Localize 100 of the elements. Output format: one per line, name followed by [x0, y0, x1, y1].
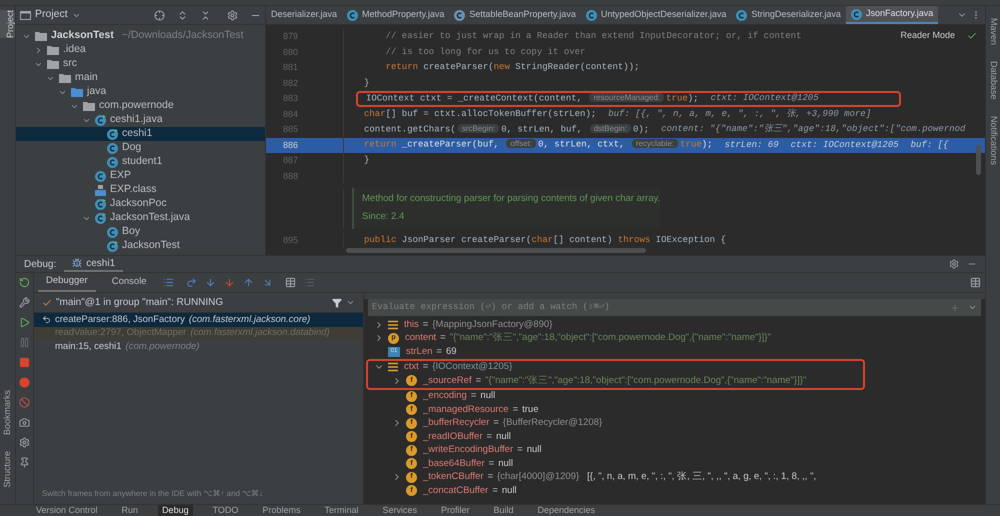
- tool-window-button[interactable]: Debug: [158, 505, 193, 516]
- tree-item[interactable]: main: [16, 71, 265, 85]
- tree-item[interactable]: java: [16, 85, 265, 99]
- pin-icon[interactable]: [19, 457, 30, 468]
- stack-frame[interactable]: main:15, ceshi1 (com.powernode): [34, 340, 363, 354]
- camera-icon[interactable]: [19, 417, 30, 428]
- breakpoints-icon[interactable]: [19, 377, 30, 388]
- run-to-cursor-icon[interactable]: [262, 277, 273, 288]
- editor-tab[interactable]: MethodProperty.java: [342, 6, 450, 24]
- variable-value: null: [526, 443, 542, 458]
- variable-value: null: [498, 456, 513, 471]
- settings-icon[interactable]: [949, 259, 959, 269]
- folder-icon: [59, 73, 71, 83]
- variable-name: _readIOBuffer: [423, 430, 483, 444]
- variable-value: null: [496, 430, 511, 444]
- line-number: 886: [282, 138, 299, 152]
- panel-title[interactable]: Project: [35, 7, 68, 23]
- tool-window-button[interactable]: Run: [118, 505, 142, 516]
- tool-window-button[interactable]: Dependencies: [534, 505, 600, 516]
- tree-item[interactable]: student1: [16, 155, 265, 169]
- variable-value: null: [480, 389, 496, 404]
- code-text: }: [364, 154, 370, 167]
- editor-tab[interactable]: StringDeserializer.java: [731, 6, 846, 24]
- variable-value: "{"name":"张三","age":18,"object":["com.powernode.Dog",{"name":"name"}]}": [485, 374, 806, 388]
- tree-item[interactable]: JacksonTest ~/Downloads/JacksonTest: [16, 29, 265, 43]
- tool-window-tab[interactable]: Database: [986, 61, 1000, 100]
- settings-icon[interactable]: [227, 10, 238, 20]
- debugger-tab[interactable]: Console: [104, 273, 155, 292]
- table-icon[interactable]: [284, 277, 296, 288]
- tool-window-button[interactable]: TODO: [208, 505, 242, 516]
- variable-value: null: [502, 484, 517, 498]
- dropdown-icon[interactable]: [346, 298, 355, 307]
- equals-sign: =: [470, 389, 476, 404]
- tree-item[interactable]: ceshi1.java: [16, 113, 265, 127]
- variable-name: content: [405, 331, 436, 346]
- tree-item[interactable]: Dog: [16, 141, 265, 155]
- editor-tab[interactable]: UntypedObjectDeserializer.java: [580, 6, 732, 24]
- step-over-icon[interactable]: [186, 277, 197, 288]
- tool-window-tab[interactable]: Project: [0, 10, 15, 38]
- chevron-icon[interactable]: [34, 46, 43, 54]
- dropdown-icon[interactable]: [968, 303, 977, 312]
- tool-window-button[interactable]: Version Control: [32, 505, 102, 516]
- tree-item[interactable]: .idea: [16, 43, 265, 57]
- class-icon: [107, 128, 118, 140]
- class-icon: [107, 142, 118, 154]
- tool-window-button[interactable]: Profiler: [436, 505, 474, 516]
- rerun-icon[interactable]: [19, 277, 30, 288]
- variable-value: 69: [446, 344, 457, 359]
- editor-tab[interactable]: Deserializer.java: [266, 6, 342, 24]
- pause-icon[interactable]: [19, 337, 30, 348]
- resume-icon[interactable]: [19, 317, 30, 328]
- editor-tab[interactable]: JsonFactory.java: [846, 6, 938, 24]
- tool-window-button[interactable]: Problems: [258, 505, 304, 516]
- stack-frame[interactable]: createParser:886, JsonFactory (com.fasterxml.jackson.core): [34, 313, 363, 326]
- force-step-into-icon[interactable]: [224, 277, 235, 288]
- collapse-all-icon[interactable]: [200, 10, 211, 20]
- expand-all-icon[interactable]: [177, 10, 188, 20]
- tree-item[interactable]: Boy: [16, 225, 265, 239]
- class-icon: [107, 226, 118, 238]
- binary-file-icon: [95, 184, 106, 196]
- tool-window-button[interactable]: Build: [490, 505, 518, 516]
- tree-item[interactable]: src: [16, 57, 265, 71]
- editor-tab[interactable]: SettableBeanProperty.java: [449, 6, 581, 24]
- equals-sign: =: [493, 416, 499, 430]
- tool-window-tab[interactable]: Structure: [0, 451, 14, 488]
- tree-item[interactable]: EXP: [16, 169, 265, 183]
- mute-breakpoints-icon[interactable]: [19, 397, 30, 408]
- reader-mode-link[interactable]: Reader Mode: [900, 29, 955, 42]
- scrollbar[interactable]: [976, 145, 981, 175]
- step-into-icon[interactable]: [204, 277, 216, 288]
- tool-window-tab[interactable]: Maven: [986, 18, 1000, 46]
- stop-icon[interactable]: [19, 357, 30, 368]
- wrench-icon[interactable]: [19, 297, 30, 308]
- line-number: 885: [282, 123, 299, 136]
- tree-item[interactable]: JacksonPoc: [16, 197, 265, 211]
- filter-icon[interactable]: [332, 298, 342, 308]
- locate-icon[interactable]: [154, 10, 165, 20]
- tool-window-button[interactable]: Terminal: [320, 505, 362, 516]
- inline-value: buf: [{: [910, 138, 948, 152]
- settings-icon[interactable]: [19, 437, 30, 448]
- tree-item[interactable]: ceshi1: [16, 127, 265, 141]
- variable-name: _tokenCBuffer: [423, 470, 484, 484]
- tool-window-button[interactable]: Services: [378, 505, 421, 516]
- scrollbar[interactable]: [346, 248, 646, 253]
- tree-item[interactable]: JacksonTest: [16, 239, 265, 253]
- layout-icon[interactable]: [970, 277, 981, 288]
- equals-sign: =: [422, 360, 428, 374]
- tree-item[interactable]: com.powernode: [16, 99, 265, 113]
- class-icon: [107, 240, 118, 252]
- tree-item[interactable]: EXP.class: [16, 183, 265, 197]
- tool-window-tab[interactable]: Bookmarks: [0, 390, 14, 436]
- variable-name: strLen: [406, 344, 432, 359]
- tree-item[interactable]: JacksonTest.java: [16, 211, 265, 225]
- session-tab[interactable]: ceshi1: [64, 256, 124, 272]
- tool-window-tab[interactable]: Notifications: [986, 116, 1000, 165]
- folder-icon: [83, 101, 95, 111]
- equals-sign: =: [476, 374, 482, 388]
- debugger-tab[interactable]: Debugger: [38, 273, 96, 292]
- step-out-icon[interactable]: [242, 277, 254, 288]
- class-icon: [586, 10, 597, 20]
